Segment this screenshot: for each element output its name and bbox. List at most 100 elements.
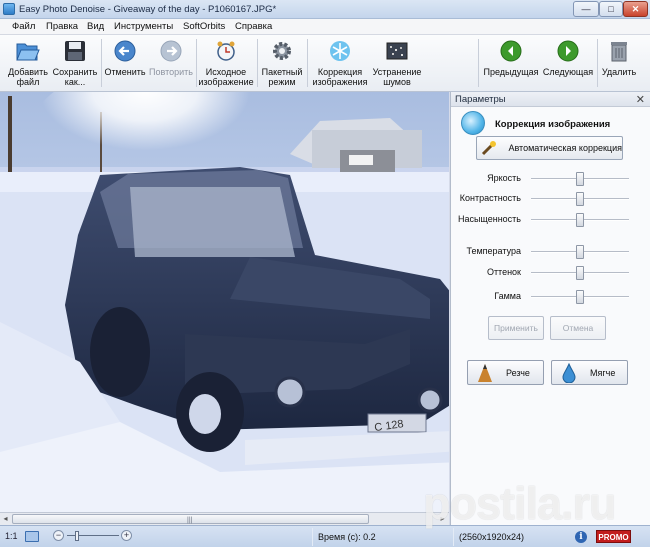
cancel-label: Отмена <box>562 323 594 333</box>
sharpen-label: Резче <box>506 367 530 378</box>
apply-button[interactable]: Применить <box>488 316 544 340</box>
menu-softorbits[interactable]: SoftOrbits <box>183 21 225 32</box>
menu-edit[interactable]: Правка <box>46 21 78 32</box>
scroll-left-icon[interactable]: ◂ <box>0 514 11 524</box>
sharpen-button[interactable]: Резче <box>467 360 544 385</box>
photo: С 128 <box>0 92 449 512</box>
brightness-slider[interactable] <box>576 172 584 186</box>
image-dimensions: (2560x1920x24) <box>459 532 525 542</box>
zoom-slider[interactable]: − + <box>53 530 133 543</box>
gamma-label: Гамма <box>494 291 521 301</box>
menu-tools[interactable]: Инструменты <box>114 21 173 32</box>
maximize-icon: □ <box>608 4 614 14</box>
apply-label: Применить <box>494 323 538 333</box>
arrow-right-circle-icon <box>556 39 580 63</box>
image-correction-button[interactable]: Коррекция изображения <box>311 38 369 90</box>
temperature-slider[interactable] <box>576 245 584 259</box>
add-file-label-1: Добавить <box>8 67 48 77</box>
contrast-label: Контрастность <box>459 193 521 203</box>
tint-label: Оттенок <box>486 267 521 277</box>
correction-label-1: Коррекция <box>317 67 363 77</box>
scroll-thumb[interactable]: ||| <box>12 514 369 524</box>
menu-bar: Файл Правка Вид Инструменты SoftOrbits С… <box>0 19 650 35</box>
tint-slider-row: Оттенок <box>451 266 650 280</box>
denoise-button[interactable]: Устранение шумов <box>370 38 424 90</box>
toolbar-separator <box>101 39 102 87</box>
zoom-ratio[interactable]: 1:1 <box>5 531 18 541</box>
soften-button[interactable]: Мягче <box>551 360 628 385</box>
cancel-button[interactable]: Отмена <box>550 316 606 340</box>
folder-open-icon <box>16 39 40 63</box>
noise-screen-icon <box>385 39 409 63</box>
gamma-slider[interactable] <box>576 290 584 304</box>
water-drop-icon <box>558 362 580 384</box>
snowflake-icon <box>328 39 352 63</box>
save-as-label-1: Сохранить <box>52 67 98 77</box>
trash-can-icon <box>607 39 631 63</box>
undo-button[interactable]: Отменить <box>104 38 146 90</box>
floppy-disk-icon <box>63 39 87 63</box>
processing-time: Время (с): 0.2 <box>318 532 376 542</box>
next-button[interactable]: Следующая <box>542 38 594 90</box>
next-label: Следующая <box>542 67 594 77</box>
saturation-slider-row: Насыщенность <box>451 213 650 227</box>
brightness-label: Яркость <box>487 173 521 183</box>
fit-screen-icon[interactable] <box>25 531 39 542</box>
snowflake-icon <box>461 111 485 135</box>
toolbar-separator <box>307 39 308 87</box>
image-viewport[interactable]: С 128 <box>0 92 449 512</box>
denoise-label-2: шумов <box>383 77 411 87</box>
status-divider <box>453 528 454 546</box>
tint-slider[interactable] <box>576 266 584 280</box>
horizontal-scrollbar[interactable]: ◂ ||| ▸ <box>0 512 449 525</box>
undo-label: Отменить <box>104 67 146 77</box>
previous-label: Предыдущая <box>483 67 539 77</box>
menu-help[interactable]: Справка <box>235 21 272 32</box>
zoom-in-icon[interactable]: + <box>121 530 132 541</box>
batch-mode-button[interactable]: Пакетный режим <box>260 38 304 90</box>
gamma-slider-row: Гамма <box>451 290 650 304</box>
magic-wand-icon <box>479 137 499 159</box>
close-button[interactable]: ✕ <box>623 1 648 17</box>
panel-close-icon[interactable]: ✕ <box>636 93 645 106</box>
zoom-out-icon[interactable]: − <box>53 530 64 541</box>
redo-arrow-icon <box>159 39 183 63</box>
saturation-slider[interactable] <box>576 213 584 227</box>
soften-label: Мягче <box>590 367 616 378</box>
section-title: Коррекция изображения <box>495 119 611 130</box>
info-icon[interactable]: i <box>575 531 587 543</box>
saturation-label: Насыщенность <box>457 214 521 224</box>
watermark-text: postila.ru <box>423 478 617 529</box>
auto-correction-label: Автоматическая коррекция <box>508 143 622 153</box>
zoom-knob[interactable] <box>75 531 79 541</box>
toolbar: Добавить файл Сохранить как... Отменить По… <box>0 35 650 92</box>
original-image-button[interactable]: Исходное изображение <box>198 38 254 90</box>
redo-label: Повторить <box>149 67 193 77</box>
previous-button[interactable]: Предыдущая <box>483 38 539 90</box>
menu-file[interactable]: Файл <box>12 21 35 32</box>
original-label-1: Исходное <box>205 67 247 77</box>
delete-button[interactable]: Удалить <box>600 38 638 90</box>
panel-title: Параметры <box>455 94 506 105</box>
auto-correction-button[interactable]: Автоматическая коррекция <box>476 136 623 160</box>
promo-badge[interactable]: PROMO <box>596 530 631 543</box>
toolbar-separator <box>597 39 598 87</box>
pencil-tip-icon <box>474 362 496 384</box>
menu-view[interactable]: Вид <box>87 21 104 32</box>
toolbar-separator <box>478 39 479 87</box>
correction-label-2: изображения <box>312 77 368 87</box>
close-icon: ✕ <box>631 3 640 14</box>
delete-label: Удалить <box>601 67 637 77</box>
panel-header: Параметры ✕ <box>451 92 650 107</box>
toolbar-separator <box>257 39 258 87</box>
maximize-button[interactable]: □ <box>599 1 623 17</box>
toolbar-separator <box>196 39 197 87</box>
redo-button[interactable]: Повторить <box>148 38 194 90</box>
parameters-panel: Параметры ✕ Коррекция изображения Автома… <box>450 92 650 525</box>
window-title: Easy Photo Denoise - Giveaway of the day… <box>19 4 277 15</box>
contrast-slider[interactable] <box>576 192 584 206</box>
save-as-button[interactable]: Сохранить как... <box>51 38 99 90</box>
original-label-2: изображение <box>198 77 254 87</box>
minimize-button[interactable]: — <box>573 1 599 17</box>
add-file-button[interactable]: Добавить файл <box>6 38 50 90</box>
